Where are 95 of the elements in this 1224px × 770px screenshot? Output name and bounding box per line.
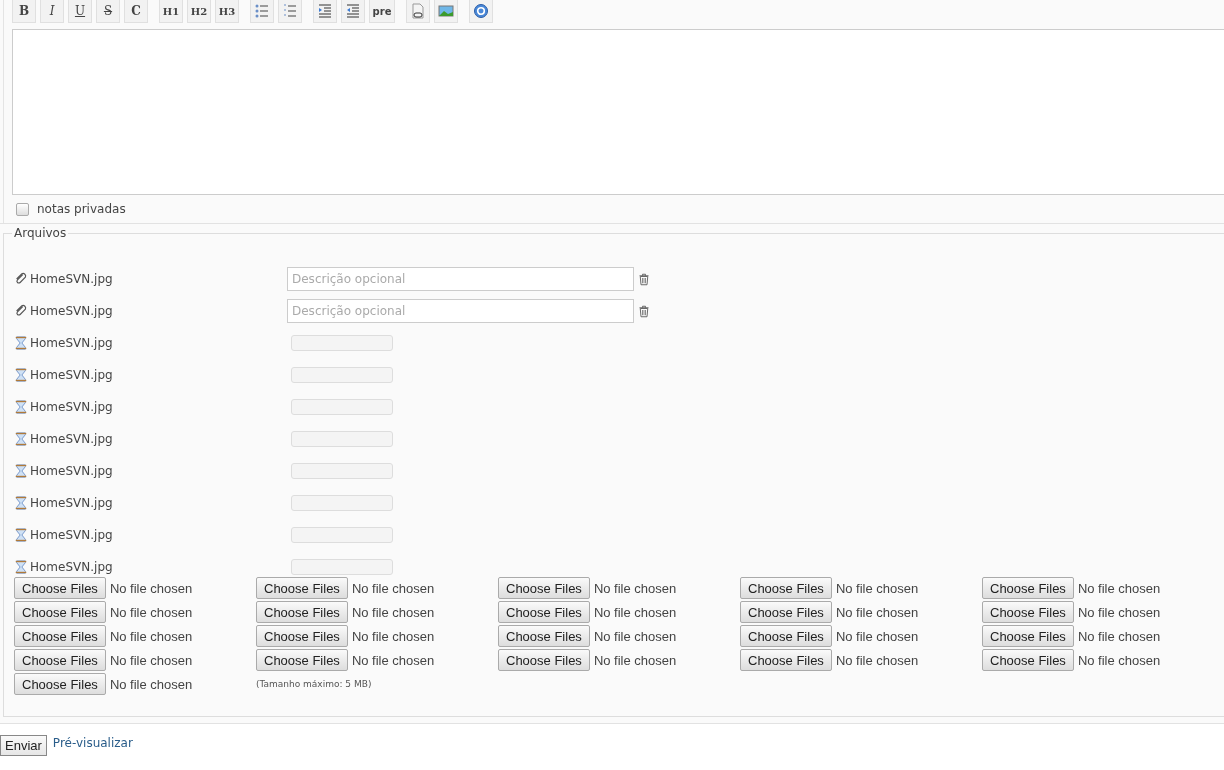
numbers-button[interactable] (278, 0, 302, 23)
file-status: No file chosen (1077, 652, 1161, 668)
file-status: No file chosen (109, 676, 193, 692)
file-status: No file chosen (593, 580, 677, 596)
indent-button[interactable] (313, 0, 337, 23)
trash-icon (638, 272, 650, 286)
help-icon (473, 3, 489, 19)
indent-icon (317, 3, 333, 19)
format-button[interactable]: H2 (187, 0, 211, 23)
preview-link[interactable]: Pré-visualizar (52, 735, 133, 750)
file-status: No file chosen (351, 604, 435, 620)
choose-files-button[interactable]: Choose Files (498, 601, 590, 623)
file-name: HomeSVN.jpg (30, 496, 113, 510)
hourglass-icon (14, 463, 28, 479)
file-status: No file chosen (109, 628, 193, 644)
choose-files-button[interactable]: Choose Files (982, 601, 1074, 623)
checkbox-label: notas privadas (37, 202, 126, 216)
hourglass-icon (14, 495, 28, 511)
bulleted-list-icon (254, 3, 270, 19)
paperclip-icon (14, 304, 28, 318)
file-status: No file chosen (1077, 628, 1161, 644)
file-status: No file chosen (351, 628, 435, 644)
file-name: HomeSVN.jpg (30, 432, 113, 446)
link-document-icon (410, 3, 426, 19)
format-button[interactable]: H1 (159, 0, 183, 23)
italic-button[interactable]: I (40, 0, 64, 23)
file-status: No file chosen (351, 652, 435, 668)
hourglass-icon (14, 527, 28, 543)
file-name: HomeSVN.jpg (30, 464, 113, 478)
submit-button[interactable]: Enviar (0, 735, 47, 756)
outdent-icon (345, 3, 361, 19)
file-status: No file chosen (835, 652, 919, 668)
choose-files-button[interactable]: Choose Files (982, 577, 1074, 599)
file-status: No file chosen (835, 628, 919, 644)
file-status: No file chosen (593, 652, 677, 668)
description-field[interactable]: Descrição opcional (287, 299, 634, 323)
strike-button[interactable]: S (96, 0, 120, 23)
file-status: No file chosen (109, 580, 193, 596)
choose-files-button[interactable]: Choose Files (14, 601, 106, 623)
outdent-button[interactable] (341, 0, 365, 23)
description-field[interactable]: Descrição opcional (287, 267, 634, 291)
file-name: HomeSVN.jpg (30, 400, 113, 414)
hourglass-icon (14, 367, 28, 383)
choose-files-button[interactable]: Choose Files (740, 577, 832, 599)
checkbox[interactable] (16, 202, 29, 216)
choose-files-button[interactable]: Choose Files (256, 601, 348, 623)
link-button[interactable] (406, 0, 430, 23)
format-button[interactable]: H3 (215, 0, 239, 23)
choose-files-button[interactable]: Choose Files (498, 625, 590, 647)
file-status: No file chosen (593, 604, 677, 620)
bold-button[interactable]: B (12, 0, 36, 23)
choose-files-button[interactable]: Choose Files (14, 673, 106, 695)
choose-files-button[interactable]: Choose Files (740, 649, 832, 671)
bullets-button[interactable] (250, 0, 274, 23)
choose-files-button[interactable]: Choose Files (982, 649, 1074, 671)
max-size-note: (Tamanho máximo: 5 MB) (256, 679, 373, 689)
file-status: No file chosen (593, 628, 677, 644)
choose-files-button[interactable]: Choose Files (256, 625, 348, 647)
file-name: HomeSVN.jpg (30, 336, 113, 350)
file-status: No file chosen (109, 652, 193, 668)
hourglass-icon (14, 431, 28, 447)
hourglass-icon (14, 335, 28, 351)
file-name: HomeSVN.jpg (30, 272, 113, 286)
format-button[interactable]: pre (369, 0, 395, 23)
attachments-legend: Arquivos (12, 226, 69, 240)
choose-files-button[interactable]: Choose Files (14, 625, 106, 647)
trash-icon (638, 304, 650, 318)
file-name: HomeSVN.jpg (30, 304, 113, 318)
file-status: No file chosen (835, 580, 919, 596)
hourglass-icon (14, 399, 28, 415)
choose-files-button[interactable]: Choose Files (256, 649, 348, 671)
file-status: No file chosen (1077, 580, 1161, 596)
file-status: No file chosen (109, 604, 193, 620)
numbered-list-icon (282, 3, 298, 19)
underline-button[interactable]: U (68, 0, 92, 23)
file-name: HomeSVN.jpg (30, 368, 113, 382)
choose-files-button[interactable]: Choose Files (14, 577, 106, 599)
paperclip-icon (14, 272, 28, 286)
image-button[interactable] (434, 0, 458, 23)
choose-files-button[interactable]: Choose Files (982, 625, 1074, 647)
hourglass-icon (14, 559, 28, 575)
choose-files-button[interactable]: Choose Files (256, 577, 348, 599)
choose-files-button[interactable]: Choose Files (740, 601, 832, 623)
choose-files-button[interactable]: Choose Files (14, 649, 106, 671)
file-status: No file chosen (1077, 604, 1161, 620)
image-icon (438, 3, 454, 19)
file-status: No file chosen (835, 604, 919, 620)
file-name: HomeSVN.jpg (30, 560, 113, 574)
choose-files-button[interactable]: Choose Files (498, 649, 590, 671)
file-status: No file chosen (351, 580, 435, 596)
choose-files-button[interactable]: Choose Files (498, 577, 590, 599)
help-button[interactable] (469, 0, 493, 23)
file-name: HomeSVN.jpg (30, 528, 113, 542)
code-button[interactable]: C (124, 0, 148, 23)
choose-files-button[interactable]: Choose Files (740, 625, 832, 647)
